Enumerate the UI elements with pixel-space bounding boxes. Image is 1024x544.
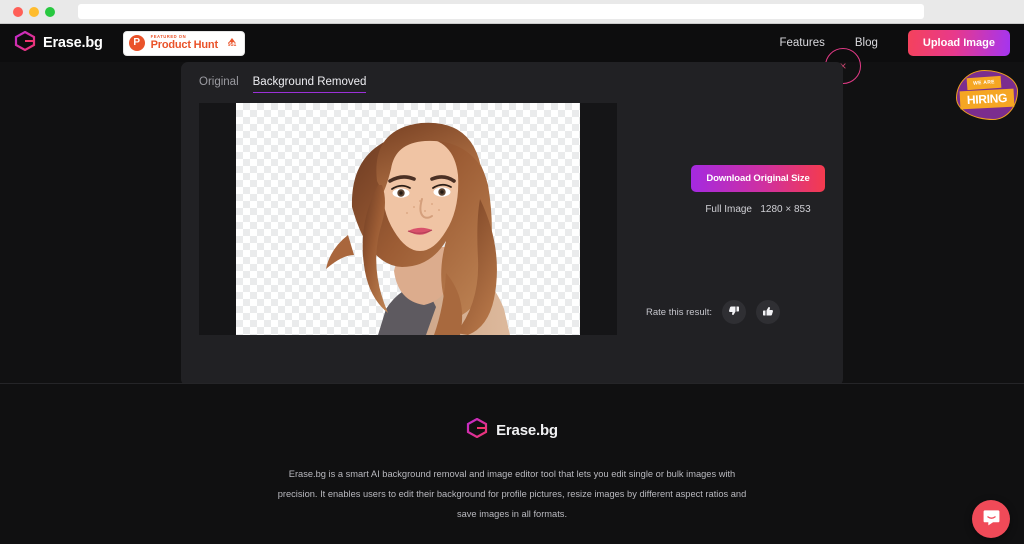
footer-brand-name-label: Erase.bg [496,422,558,439]
nav-item-blog[interactable]: Blog [855,37,878,49]
rate-this-result-label: Rate this result: [646,306,712,318]
window-traffic-lights [8,6,55,17]
site-header: Erase.bg P FEATURED ON Product Hunt 951 … [0,24,1024,84]
rating-row: Rate this result: [646,300,780,324]
intercom-chat-icon [982,508,1001,530]
close-window-button[interactable] [13,6,23,17]
image-canvas[interactable] [199,103,617,335]
hiring-badge-top-label: WE ARE [973,79,995,87]
page-viewport: Erase.bg P FEATURED ON Product Hunt 951 … [0,24,1024,544]
thumbs-down-button[interactable] [722,300,746,324]
editor-actions-panel: Download Original Size Full Image 1280 ×… [617,103,843,335]
hiring-badge-main-banner: HIRING [959,88,1015,110]
editor-tabs: Original Background Removed [181,62,843,93]
thumbs-up-button[interactable] [756,300,780,324]
product-hunt-icon: P [128,35,145,51]
product-hunt-upvotes: 951 [227,37,237,49]
minimize-window-button[interactable] [29,6,39,17]
thumbs-up-icon [762,305,774,320]
transparency-checkerboard [236,103,580,335]
address-bar[interactable] [78,4,924,19]
image-dimensions-value: 1280 × 853 [760,204,811,215]
main-nav: Features Blog Upload Image [779,30,1010,56]
product-hunt-badge[interactable]: P FEATURED ON Product Hunt 951 [122,30,246,56]
editor-card: Original Background Removed Download Ori… [181,62,843,386]
browser-chrome [0,0,1024,24]
product-hunt-text: FEATURED ON Product Hunt [150,34,218,52]
erasebg-cube-icon [466,417,488,443]
site-footer: Erase.bg Erase.bg is a smart AI backgrou… [0,384,1024,544]
maximize-window-button[interactable] [45,6,55,17]
tab-background-removed[interactable]: Background Removed [252,76,367,93]
image-info-label: Full Image [705,204,752,215]
hiring-badge-main-label: HIRING [966,90,1008,108]
product-hunt-name: Product Hunt [150,39,218,52]
tab-original[interactable]: Original [199,76,239,93]
site-logo[interactable]: Erase.bg [14,30,103,56]
thumbs-down-icon [728,305,740,320]
chat-widget-button[interactable] [972,500,1010,538]
image-dimensions-info: Full Image 1280 × 853 [691,204,825,215]
upload-image-button[interactable]: Upload Image [907,30,1010,56]
subject-portrait-image [326,122,510,335]
product-hunt-upvote-count: 951 [227,42,237,49]
download-original-size-button[interactable]: Download Original Size [691,165,825,192]
caret-up-icon [229,37,236,42]
footer-logo[interactable]: Erase.bg [0,384,1024,443]
nav-item-features[interactable]: Features [779,37,824,49]
hiring-badge-top-banner: WE ARE [966,75,1002,91]
we-are-hiring-badge[interactable]: WE ARE HIRING [956,70,1018,120]
erasebg-cube-icon [14,30,36,56]
brand-name-label: Erase.bg [43,35,103,51]
footer-description: Erase.bg is a smart AI background remova… [277,469,747,519]
editor-body: Download Original Size Full Image 1280 ×… [181,93,843,335]
